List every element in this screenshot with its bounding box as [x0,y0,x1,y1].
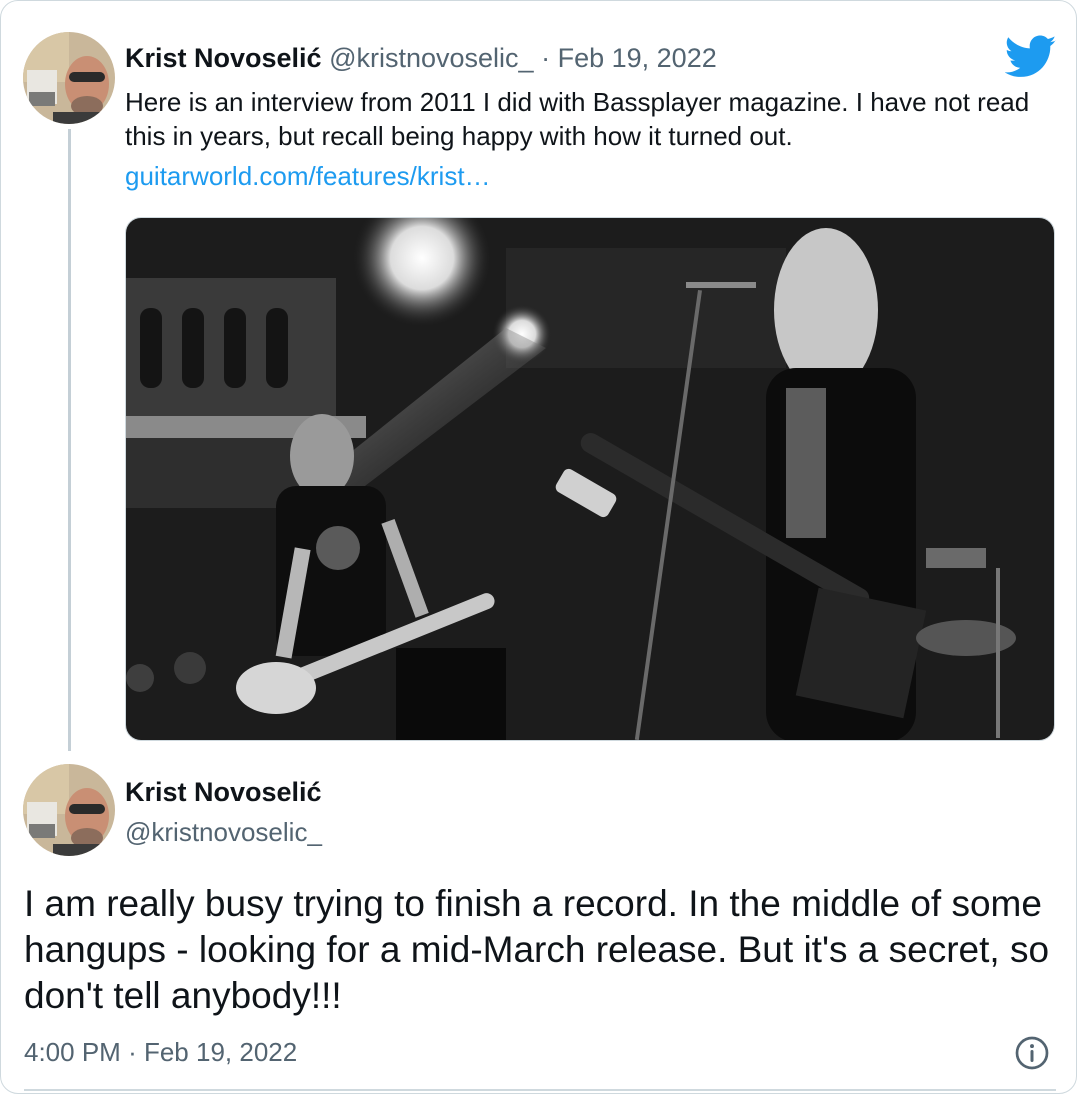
parent-tweet-date[interactable]: Feb 19, 2022 [558,43,717,73]
parent-author-name[interactable]: Krist Novoselić [125,43,322,73]
meta-separator: · [128,1037,137,1067]
twitter-bird-icon[interactable] [1005,35,1057,79]
main-author-handle[interactable]: @kristnovoselic_ [125,815,322,849]
article-link[interactable]: guitarworld.com/features/krist… [125,159,491,193]
footer-divider [24,1089,1056,1091]
main-tweet-text: I am really busy trying to finish a reco… [24,883,1050,1016]
tweet-timestamp[interactable]: 4:00 PM · Feb 19, 2022 [24,1035,297,1069]
author-avatar-main[interactable] [23,764,115,856]
parent-author-handle[interactable]: @kristnovoselic_ [329,43,533,73]
tweet-card: Krist Novoselić @kristnovoselic_ · Feb 1… [0,0,1077,1094]
thread-connector-line [68,129,71,751]
tweet-time[interactable]: 4:00 PM [24,1037,121,1067]
parent-tweet-header: Krist Novoselić @kristnovoselic_ · Feb 1… [125,41,717,75]
author-avatar[interactable] [23,32,115,124]
info-icon[interactable] [1014,1035,1050,1071]
tweet-date[interactable]: Feb 19, 2022 [144,1037,297,1067]
main-author-name[interactable]: Krist Novoselić [125,775,322,809]
parent-tweet-text: Here is an interview from 2011 I did wit… [125,87,1030,151]
header-separator: · [541,43,551,73]
concert-photo[interactable] [125,217,1055,741]
